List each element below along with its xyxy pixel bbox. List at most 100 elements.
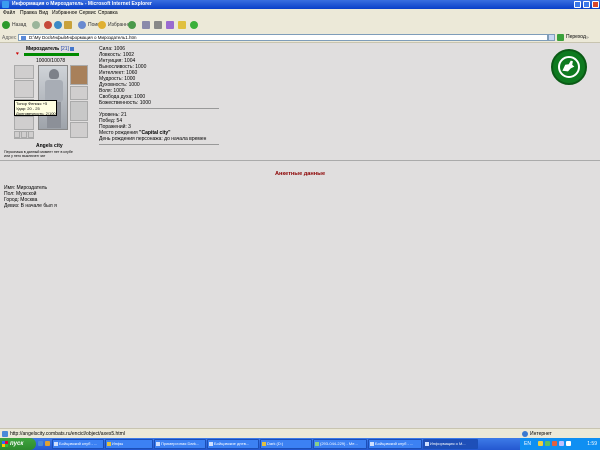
record-list: Уровень: 21 Побед: 54 Поражений: 3 Место… xyxy=(99,112,206,142)
record-birthday: День рождения персонажа: до начала време… xyxy=(99,136,207,142)
task-button-6[interactable]: (293-044-229) - Ме... xyxy=(313,439,367,449)
address-value: D:\My Doc\Инфы\Информация о Мироздатель1… xyxy=(29,35,137,40)
page-content xyxy=(0,43,600,428)
slot-bracers[interactable] xyxy=(70,86,88,100)
start-label: пуск xyxy=(10,441,24,447)
task-button-1[interactable]: Бойцовский клуб - ... xyxy=(52,439,104,449)
task-button-5[interactable]: Dark (D:) xyxy=(260,439,312,449)
character-level: [21] xyxy=(60,46,69,52)
menu-view[interactable]: Вид xyxy=(39,10,48,16)
slot-helmet[interactable] xyxy=(70,65,88,85)
task-button-2[interactable]: Инфы xyxy=(105,439,153,449)
go-label: Переход xyxy=(566,34,586,40)
desktop-quicklaunch-icon[interactable] xyxy=(45,441,50,446)
slot-armor[interactable] xyxy=(14,116,34,130)
close-button[interactable] xyxy=(592,1,599,8)
stats-divider xyxy=(99,108,219,109)
task-label: (293-044-229) - Ме... xyxy=(320,441,358,446)
task-label: Бойцовский клуб - ... xyxy=(375,441,414,446)
menu-favorites[interactable]: Избранное xyxy=(52,10,77,16)
link-icon xyxy=(2,431,8,437)
messenger-button[interactable] xyxy=(190,20,200,30)
start-button[interactable]: пуск xyxy=(0,438,36,450)
messenger-icon xyxy=(190,20,198,29)
character-name: Мироздатель xyxy=(26,46,60,52)
window-icon xyxy=(54,442,58,446)
slot-amulet[interactable] xyxy=(14,80,34,98)
zone-label: Интернет xyxy=(530,431,552,437)
history-button[interactable] xyxy=(128,20,138,30)
history-icon xyxy=(128,20,136,29)
links-chevron[interactable]: » xyxy=(586,35,589,41)
forward-arrow-icon xyxy=(32,20,40,29)
menu-tools[interactable]: Сервис xyxy=(79,10,96,16)
menu-edit[interactable]: Правка xyxy=(20,10,37,16)
menu-file[interactable]: Файл xyxy=(3,10,15,16)
info-icon[interactable] xyxy=(69,46,74,51)
stop-button[interactable] xyxy=(44,20,54,30)
ie-icon xyxy=(2,1,9,8)
windows-flag-icon xyxy=(2,441,8,447)
slot-earrings[interactable] xyxy=(14,65,34,79)
window-title: Информация о Мироздатель - Microsoft Int… xyxy=(12,1,152,7)
task-button-7[interactable]: Бойцовский клуб - ... xyxy=(368,439,422,449)
helmet xyxy=(49,69,59,79)
title-bar: Информация о Мироздатель - Microsoft Int… xyxy=(0,0,600,9)
tooltip-durability: Долговечность: 2/100 xyxy=(16,111,56,116)
task-button-4[interactable]: Бойцовские днев... xyxy=(207,439,259,449)
go-button[interactable]: Переход xyxy=(557,34,586,41)
task-button-3[interactable]: Примерочная Dark... xyxy=(154,439,206,449)
hp-text: 10000/10078 xyxy=(36,58,66,64)
window-icon xyxy=(209,442,213,446)
home-button[interactable] xyxy=(64,20,74,30)
refresh-button[interactable] xyxy=(54,20,64,30)
print-button[interactable] xyxy=(154,20,164,30)
task-label: Информация о М... xyxy=(430,441,466,446)
slot-ring-1[interactable] xyxy=(14,131,20,138)
tray-icon-2[interactable] xyxy=(545,441,550,446)
folder-button[interactable] xyxy=(178,20,188,30)
back-button[interactable]: Назад xyxy=(2,20,26,30)
volume-icon[interactable] xyxy=(566,441,571,446)
tray-icon-3[interactable] xyxy=(552,441,557,446)
maximize-button[interactable] xyxy=(583,1,590,8)
address-dropdown-button[interactable] xyxy=(548,34,555,41)
tray-icon-1[interactable] xyxy=(538,441,543,446)
menu-help[interactable]: Справка xyxy=(98,10,118,16)
folder-icon xyxy=(262,442,266,446)
taskbar: пуск Бойцовский клуб - ... Инфы Примероч… xyxy=(0,438,600,450)
slot-boots[interactable] xyxy=(70,122,88,138)
mail-button[interactable] xyxy=(142,20,152,30)
window-icon xyxy=(156,442,160,446)
club-logo[interactable] xyxy=(551,49,587,85)
slot-ring-3[interactable] xyxy=(28,131,34,138)
minimize-button[interactable] xyxy=(574,1,581,8)
stat-divinity: Божественность: 1000 xyxy=(99,100,151,106)
city-name: Angels city xyxy=(36,143,63,149)
star-icon xyxy=(98,20,106,29)
task-label: Бойцовский клуб - ... xyxy=(59,441,98,446)
heart-icon: ♥ xyxy=(16,51,19,57)
folder-icon xyxy=(107,442,111,446)
toolbar: Назад Поиск Избранное xyxy=(0,17,600,34)
home-icon xyxy=(64,20,72,29)
back-label: Назад xyxy=(12,22,27,28)
stats-list: Сила: 1006 Ловкость: 1002 Интуиция: 1004… xyxy=(99,46,151,106)
slot-ring-2[interactable] xyxy=(21,131,27,138)
hp-bar xyxy=(24,53,79,56)
task-button-8-active[interactable]: Информация о М... xyxy=(423,439,478,449)
task-label: Примерочная Dark... xyxy=(161,441,200,446)
section-title: Анкетные данные xyxy=(274,171,326,177)
task-label: Dark (D:) xyxy=(267,441,284,446)
address-bar: Адрес D:\My Doc\Инфы\Информация о Мирозд… xyxy=(0,33,600,43)
address-input[interactable]: D:\My Doc\Инфы\Информация о Мироздатель1… xyxy=(18,34,548,41)
tray-icon-4[interactable] xyxy=(559,441,564,446)
task-label: Бойцовские днев... xyxy=(214,441,250,446)
slot-offhand[interactable] xyxy=(70,101,88,121)
task-label: Инфы xyxy=(112,441,124,446)
back-arrow-icon xyxy=(2,20,10,29)
edit-button[interactable] xyxy=(166,20,176,30)
language-indicator[interactable]: EN xyxy=(524,438,531,450)
ie-quicklaunch-icon[interactable] xyxy=(38,441,43,446)
forward-button[interactable] xyxy=(32,20,42,30)
